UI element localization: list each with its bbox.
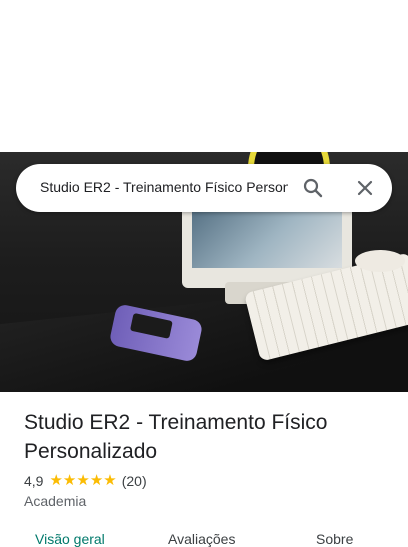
place-category: Academia — [24, 493, 87, 509]
star-rating: ★ ★ ★ ★ ★ — [49, 472, 116, 490]
star-icon: ★ — [89, 472, 104, 489]
rating-value: 4,9 — [24, 473, 44, 489]
place-title: Studio ER2 - Treinamento Físico Personal… — [24, 411, 328, 463]
tab-about[interactable]: Sobre — [316, 531, 353, 547]
review-count[interactable]: (20) — [122, 473, 147, 489]
search-input[interactable]: Studio ER2 - Treinamento Físico Personal… — [40, 179, 288, 199]
tab-overview[interactable]: Visão geral — [35, 531, 105, 547]
star-icon: ★ — [62, 472, 77, 489]
rating-row[interactable]: 4,9 ★ ★ ★ ★ ★ (20) — [24, 471, 147, 491]
tab-bar: Visão geral Avaliações Sobre — [0, 528, 408, 547]
mouse — [355, 250, 405, 272]
search-bar[interactable]: Studio ER2 - Treinamento Físico Personal… — [16, 164, 392, 212]
star-icon: ★ — [49, 472, 63, 489]
star-icon: ★ — [76, 472, 90, 489]
close-icon[interactable] — [353, 176, 377, 200]
search-icon[interactable] — [301, 176, 325, 200]
tab-reviews[interactable]: Avaliações — [168, 531, 235, 547]
star-icon: ★ — [103, 472, 117, 489]
